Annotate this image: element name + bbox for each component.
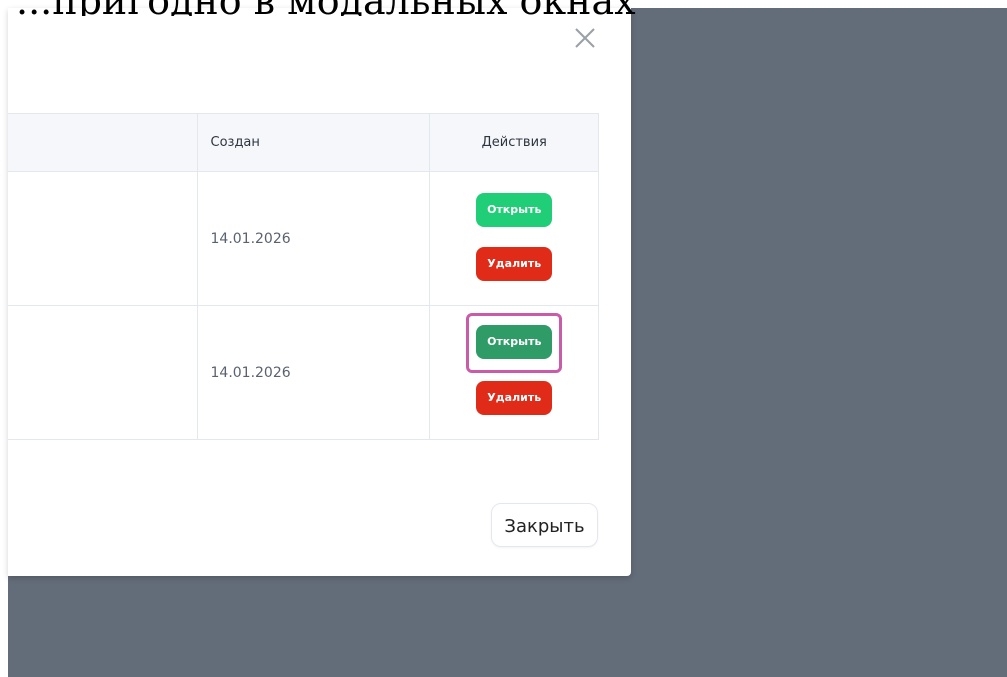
row-actions: Открыть Удалить	[466, 312, 563, 423]
actions-column-header: Действия	[429, 114, 598, 172]
records-table: Создан Действия 14.01.2026 Открыть Удали…	[8, 114, 598, 439]
hidden-cell	[8, 171, 198, 306]
row-actions: Открыть Удалить	[466, 189, 562, 289]
table-header-row: Создан Действия	[8, 114, 598, 172]
top-caption: ...пригодно в модальных окнах на сайте..…	[8, 0, 648, 16]
hidden-column-header	[8, 114, 198, 172]
table-row: 14.01.2026 Открыть Удалить	[8, 305, 598, 439]
actions-cell: Открыть Удалить	[429, 171, 598, 306]
open-button-selected[interactable]: Открыть	[476, 324, 553, 359]
table-row: 14.01.2026 Открыть Удалить	[8, 171, 598, 306]
delete-button[interactable]: Удалить	[476, 246, 553, 281]
created-date: 14.01.2026	[197, 171, 430, 306]
hidden-cell	[8, 305, 198, 439]
created-column-header: Создан	[197, 114, 430, 172]
close-icon[interactable]	[569, 22, 601, 54]
actions-cell: Открыть Удалить	[429, 305, 598, 439]
open-button[interactable]: Открыть	[476, 192, 553, 227]
modal-window: ...пригодно в модальных окнах на сайте..…	[8, 0, 648, 576]
close-button[interactable]: Закрыть	[491, 503, 598, 547]
created-date: 14.01.2026	[197, 305, 430, 439]
delete-button[interactable]: Удалить	[476, 380, 553, 415]
records-table-wrapper: Создан Действия 14.01.2026 Открыть Удали…	[8, 113, 599, 440]
